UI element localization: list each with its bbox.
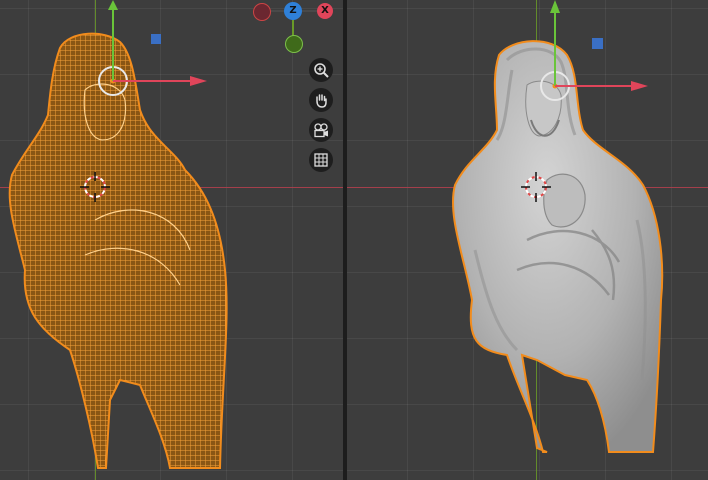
wireframe-mesh[interactable] [0, 0, 343, 480]
zoom-button[interactable] [309, 58, 333, 82]
x-arrow-head[interactable] [190, 76, 207, 86]
xy-plane-handle[interactable] [592, 38, 603, 49]
camera-view-button[interactable] [309, 118, 333, 142]
gizmo-x-label: X [321, 5, 329, 16]
hand-icon [316, 94, 327, 108]
solid-mesh[interactable] [347, 0, 708, 480]
grid-icon [314, 153, 328, 167]
perspective-toggle-button[interactable] [309, 148, 333, 172]
pan-button[interactable] [309, 88, 333, 112]
x-arrow-head[interactable] [631, 81, 648, 91]
viewport-left-wireframe[interactable]: Z X [0, 0, 343, 480]
gizmo-z-ball[interactable]: Z [284, 2, 302, 20]
statue-wireframe[interactable] [8, 32, 228, 469]
y-arrow-head[interactable] [550, 0, 560, 13]
camera-icon [314, 123, 328, 138]
gizmo-z-label: Z [289, 5, 297, 16]
gizmo-neg-y-ball[interactable] [285, 35, 303, 53]
gizmo-neg-x-ball[interactable] [253, 3, 271, 21]
zoom-icon [314, 63, 329, 78]
viewport-right-solid[interactable] [347, 0, 708, 480]
gizmo-x-ball[interactable]: X [317, 3, 333, 19]
